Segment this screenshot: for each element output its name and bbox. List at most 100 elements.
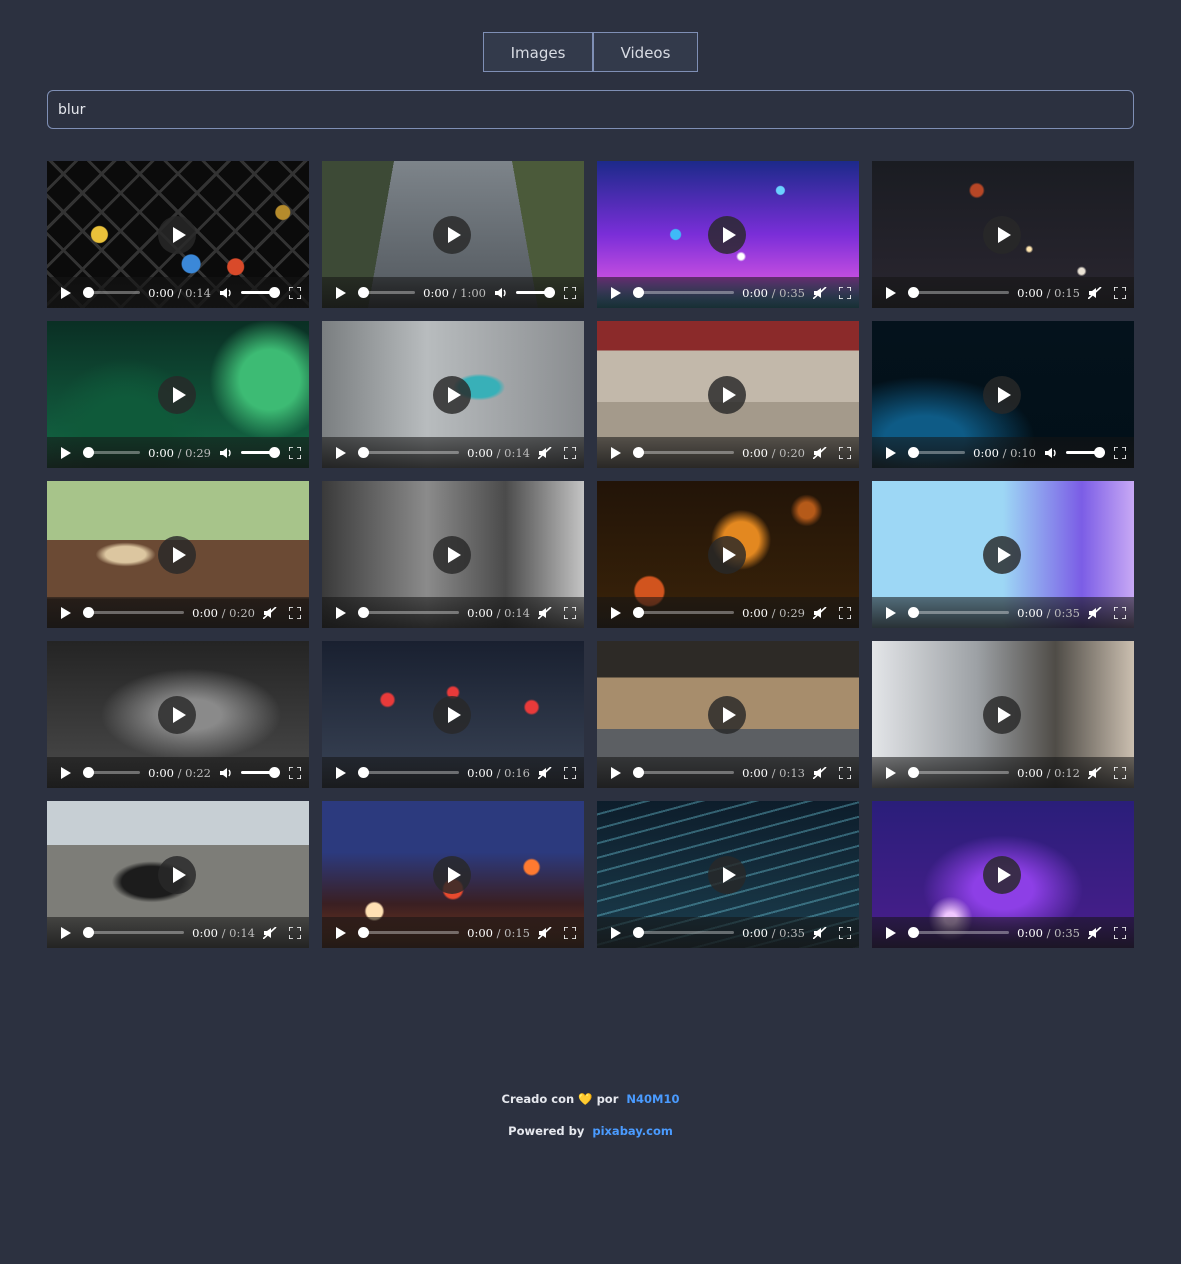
- seek-slider[interactable]: [82, 607, 185, 618]
- fullscreen-icon[interactable]: [839, 766, 851, 779]
- seek-slider[interactable]: [357, 927, 460, 938]
- play-icon[interactable]: [611, 286, 621, 299]
- play-icon[interactable]: [61, 286, 71, 299]
- volume-slider[interactable]: [241, 767, 280, 778]
- play-icon[interactable]: [336, 606, 346, 619]
- seek-slider[interactable]: [357, 287, 416, 298]
- muted-volume-icon[interactable]: [263, 606, 277, 619]
- big-play-icon[interactable]: [708, 856, 746, 894]
- play-icon[interactable]: [611, 766, 621, 779]
- play-icon[interactable]: [61, 926, 71, 939]
- fullscreen-icon[interactable]: [289, 286, 301, 299]
- big-play-icon[interactable]: [158, 696, 196, 734]
- fullscreen-icon[interactable]: [289, 446, 301, 459]
- big-play-icon[interactable]: [433, 376, 471, 414]
- video-card[interactable]: 0:00 / 0:35: [872, 481, 1134, 628]
- seek-slider[interactable]: [82, 287, 141, 298]
- author-link[interactable]: N40M10: [626, 1092, 679, 1106]
- video-card[interactable]: 0:00 / 0:15: [322, 801, 584, 948]
- video-card[interactable]: 0:00 / 0:15: [872, 161, 1134, 308]
- video-card[interactable]: 0:00 / 0:10: [872, 321, 1134, 468]
- video-card[interactable]: 0:00 / 0:29: [597, 481, 859, 628]
- volume-icon[interactable]: [219, 767, 233, 779]
- big-play-icon[interactable]: [433, 696, 471, 734]
- muted-volume-icon[interactable]: [538, 926, 552, 939]
- fullscreen-icon[interactable]: [1114, 606, 1126, 619]
- volume-icon[interactable]: [219, 447, 233, 459]
- fullscreen-icon[interactable]: [1114, 446, 1126, 459]
- muted-volume-icon[interactable]: [538, 446, 552, 459]
- muted-volume-icon[interactable]: [1088, 766, 1102, 779]
- volume-slider[interactable]: [241, 287, 280, 298]
- play-icon[interactable]: [61, 766, 71, 779]
- seek-slider[interactable]: [907, 287, 1010, 298]
- seek-slider[interactable]: [357, 447, 460, 458]
- seek-slider[interactable]: [907, 927, 1010, 938]
- fullscreen-icon[interactable]: [839, 446, 851, 459]
- video-card[interactable]: 0:00 / 0:16: [322, 641, 584, 788]
- play-icon[interactable]: [886, 766, 896, 779]
- play-icon[interactable]: [611, 446, 621, 459]
- big-play-icon[interactable]: [158, 216, 196, 254]
- seek-slider[interactable]: [632, 447, 735, 458]
- seek-slider[interactable]: [907, 607, 1010, 618]
- seek-slider[interactable]: [82, 447, 141, 458]
- video-card[interactable]: 0:00 / 0:35: [597, 801, 859, 948]
- play-icon[interactable]: [611, 606, 621, 619]
- muted-volume-icon[interactable]: [1088, 926, 1102, 939]
- video-card[interactable]: 0:00 / 0:20: [597, 321, 859, 468]
- muted-volume-icon[interactable]: [263, 926, 277, 939]
- muted-volume-icon[interactable]: [813, 926, 827, 939]
- video-card[interactable]: 0:00 / 0:14: [47, 801, 309, 948]
- muted-volume-icon[interactable]: [813, 446, 827, 459]
- big-play-icon[interactable]: [708, 216, 746, 254]
- play-icon[interactable]: [61, 606, 71, 619]
- fullscreen-icon[interactable]: [289, 926, 301, 939]
- video-card[interactable]: 0:00 / 0:12: [872, 641, 1134, 788]
- volume-slider[interactable]: [516, 287, 555, 298]
- big-play-icon[interactable]: [983, 856, 1021, 894]
- fullscreen-icon[interactable]: [1114, 926, 1126, 939]
- tab-videos[interactable]: Videos: [593, 32, 698, 72]
- big-play-icon[interactable]: [983, 376, 1021, 414]
- play-icon[interactable]: [886, 926, 896, 939]
- muted-volume-icon[interactable]: [1088, 606, 1102, 619]
- seek-slider[interactable]: [907, 767, 1010, 778]
- video-card[interactable]: 0:00 / 1:00: [322, 161, 584, 308]
- video-card[interactable]: 0:00 / 0:13: [597, 641, 859, 788]
- video-card[interactable]: 0:00 / 0:14: [322, 321, 584, 468]
- pixabay-link[interactable]: pixabay.com: [592, 1124, 673, 1138]
- big-play-icon[interactable]: [433, 856, 471, 894]
- fullscreen-icon[interactable]: [839, 286, 851, 299]
- big-play-icon[interactable]: [708, 376, 746, 414]
- muted-volume-icon[interactable]: [1088, 286, 1102, 299]
- fullscreen-icon[interactable]: [289, 606, 301, 619]
- big-play-icon[interactable]: [433, 536, 471, 574]
- volume-slider[interactable]: [241, 447, 280, 458]
- muted-volume-icon[interactable]: [538, 766, 552, 779]
- muted-volume-icon[interactable]: [813, 606, 827, 619]
- play-icon[interactable]: [611, 926, 621, 939]
- big-play-icon[interactable]: [708, 536, 746, 574]
- video-card[interactable]: 0:00 / 0:14: [322, 481, 584, 628]
- fullscreen-icon[interactable]: [564, 926, 576, 939]
- play-icon[interactable]: [61, 446, 71, 459]
- fullscreen-icon[interactable]: [839, 606, 851, 619]
- big-play-icon[interactable]: [433, 216, 471, 254]
- muted-volume-icon[interactable]: [813, 286, 827, 299]
- play-icon[interactable]: [336, 926, 346, 939]
- play-icon[interactable]: [886, 286, 896, 299]
- play-icon[interactable]: [886, 446, 896, 459]
- video-card[interactable]: 0:00 / 0:14: [47, 161, 309, 308]
- seek-slider[interactable]: [82, 927, 185, 938]
- fullscreen-icon[interactable]: [839, 926, 851, 939]
- video-card[interactable]: 0:00 / 0:20: [47, 481, 309, 628]
- seek-slider[interactable]: [357, 607, 460, 618]
- seek-slider[interactable]: [632, 607, 735, 618]
- muted-volume-icon[interactable]: [538, 606, 552, 619]
- fullscreen-icon[interactable]: [1114, 766, 1126, 779]
- volume-slider[interactable]: [1066, 447, 1105, 458]
- seek-slider[interactable]: [632, 767, 735, 778]
- muted-volume-icon[interactable]: [813, 766, 827, 779]
- seek-slider[interactable]: [357, 767, 460, 778]
